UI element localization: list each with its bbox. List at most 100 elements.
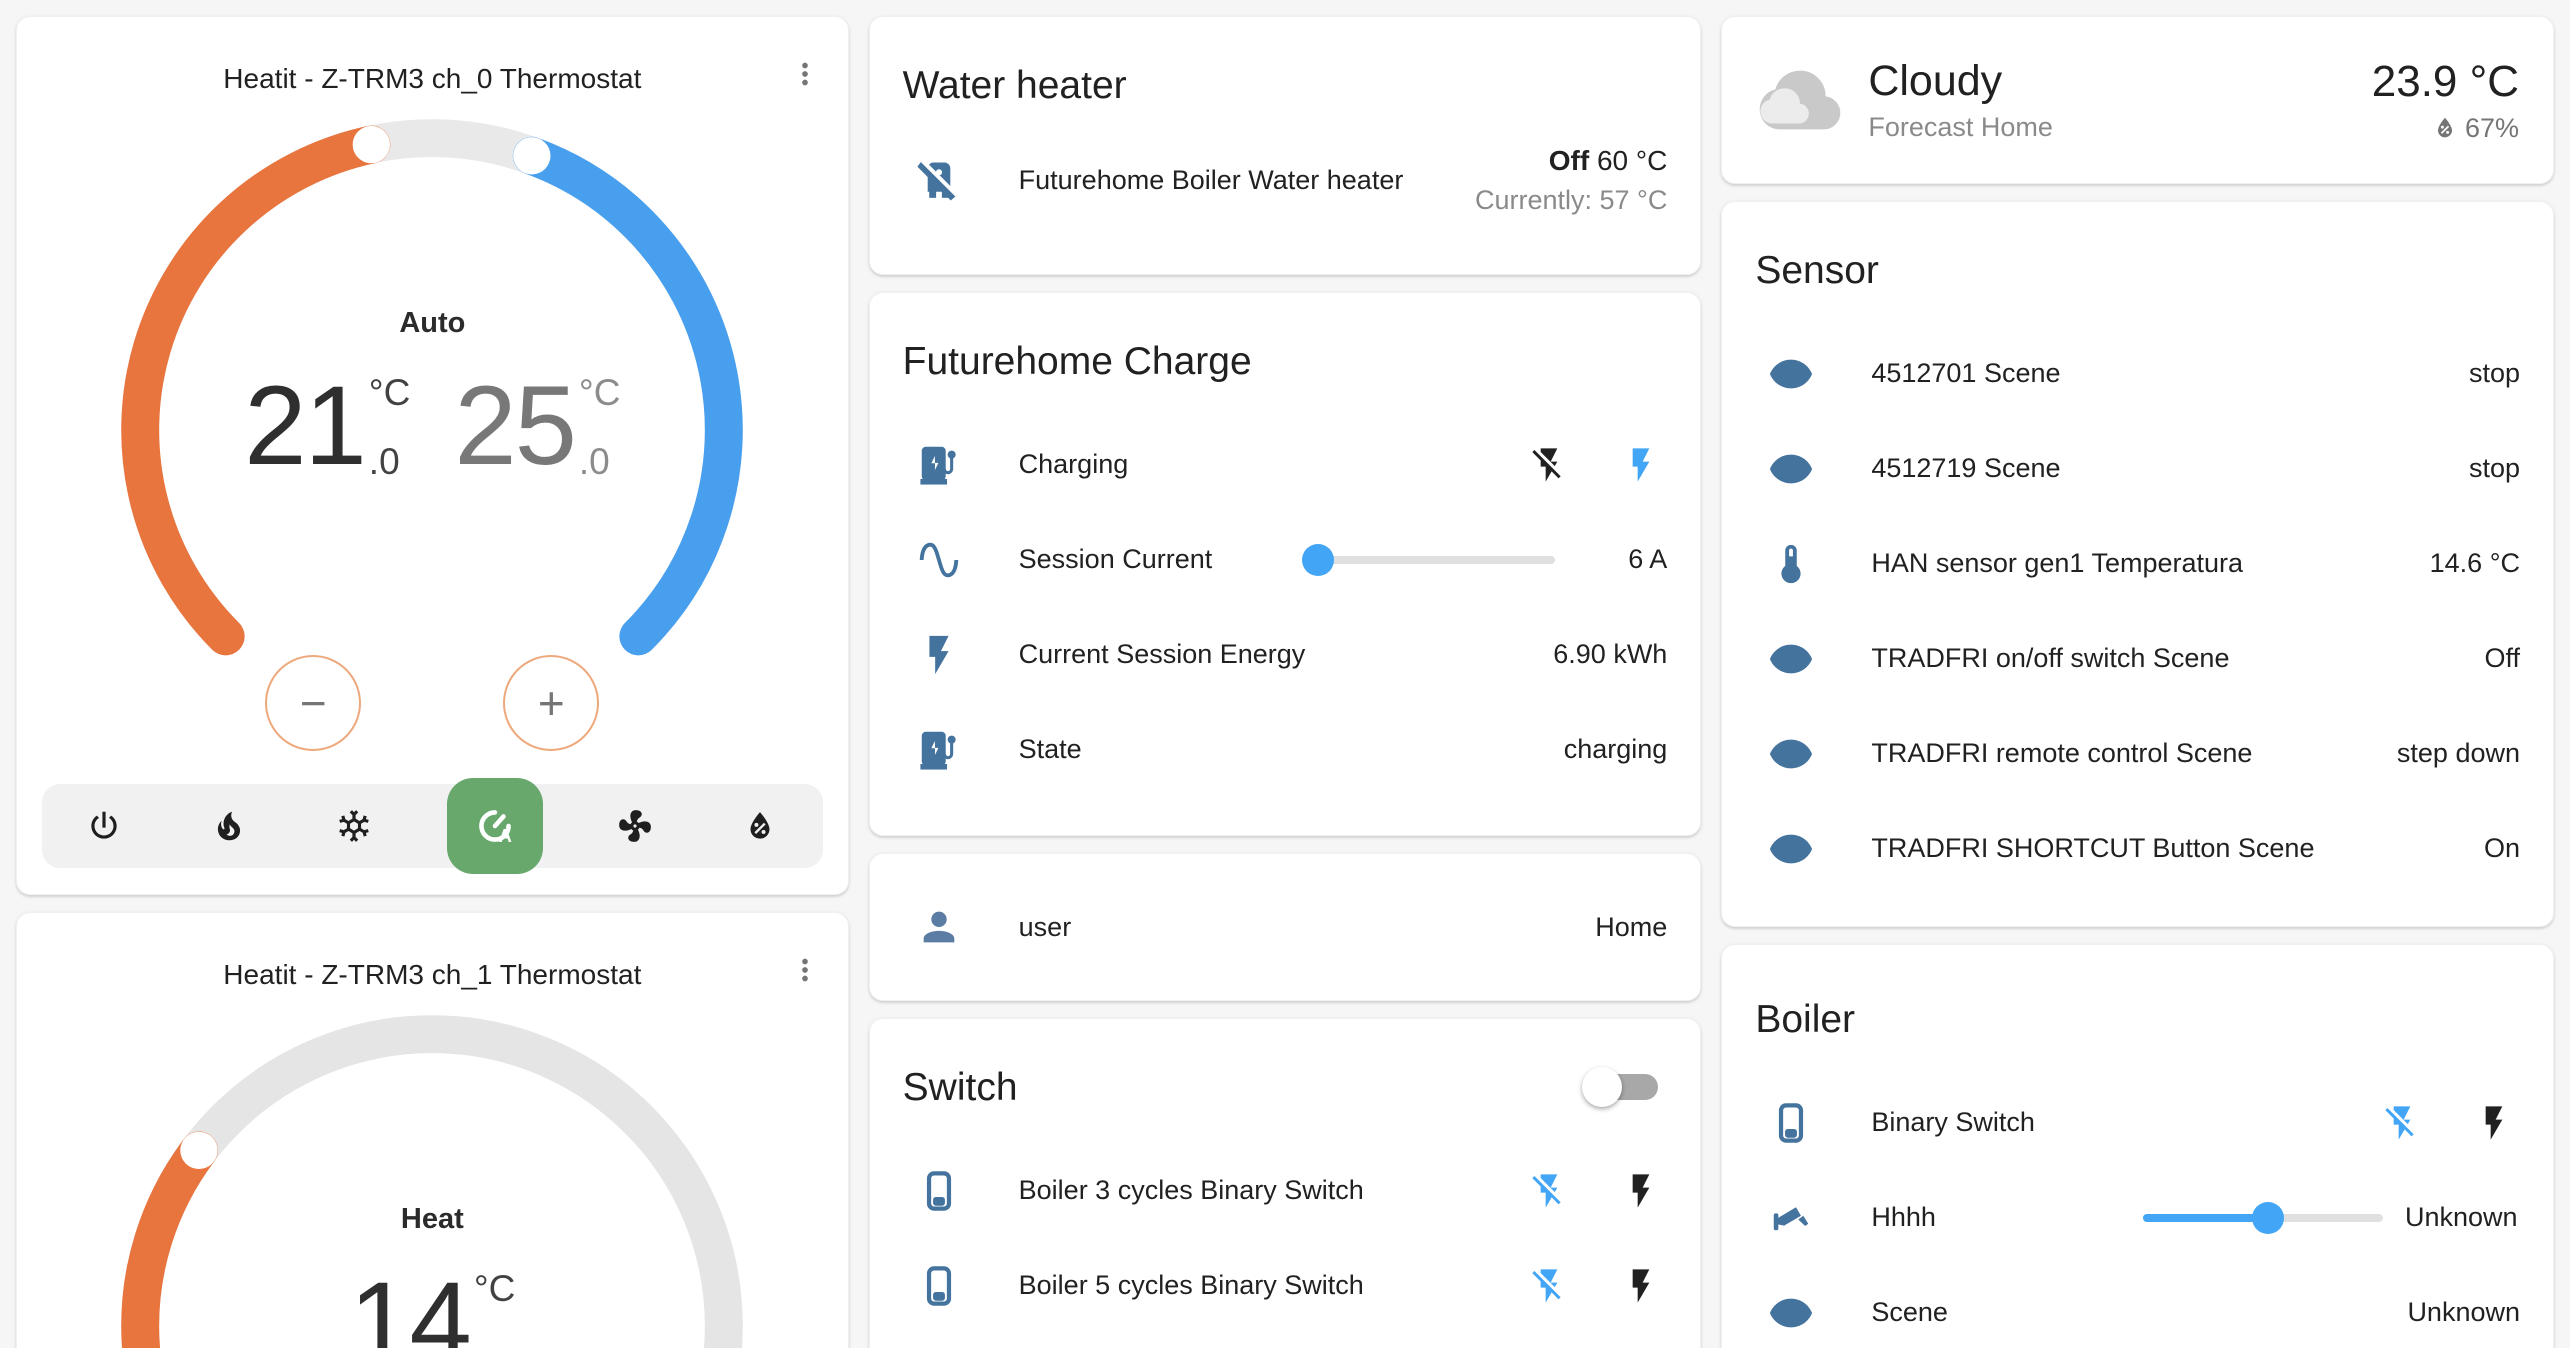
thermostat-ch0-dial[interactable]: Auto 21 °C .0 25 °C — [111, 109, 753, 751]
switch-card-title: Switch — [870, 1019, 1583, 1117]
boiler-5-cycles-row[interactable]: Boiler 5 cycles Binary Switch — [870, 1238, 1701, 1333]
thermostat-ch0-header: Heatit - Z-TRM3 ch_0 Thermostat — [17, 17, 848, 95]
boiler-scene-row[interactable]: Scene Unknown — [1722, 1265, 2553, 1348]
eye-icon — [1768, 826, 1814, 872]
sensor-label: 4512719 Scene — [1871, 453, 2060, 484]
charging-label: Charging — [1019, 449, 1129, 480]
device-icon — [1768, 1100, 1814, 1146]
sensor-label: HAN sensor gen1 Temperatura — [1871, 548, 2243, 579]
sensor-value: Off — [2484, 643, 2520, 674]
binary-switch-row[interactable]: Binary Switch — [1722, 1075, 2553, 1170]
sensor-label: 4512701 Scene — [1871, 358, 2060, 389]
water-heater-row[interactable]: Futurehome Boiler Water heater Off 60 °C… — [870, 115, 1701, 245]
more-options-icon[interactable] — [786, 55, 824, 93]
weather-condition: Cloudy — [1868, 57, 2053, 106]
flash-icon[interactable] — [1621, 1171, 1661, 1211]
flash-icon[interactable] — [1621, 1266, 1661, 1306]
mode-dry-button[interactable] — [728, 794, 792, 858]
thermometer-icon — [1768, 541, 1814, 587]
sensor-row[interactable]: TRADFRI remote control Scene step down — [1722, 706, 2553, 801]
water-heater-card: Water heater Futurehome Boiler Water hea… — [869, 16, 1702, 275]
thermostat-ch1-dial[interactable]: Heat 14 °C — [111, 1005, 753, 1348]
water-heater-state: Off — [1549, 145, 1589, 176]
power-icon — [85, 807, 123, 845]
fan-icon — [616, 807, 654, 845]
sensor-row[interactable]: TRADFRI SHORTCUT Button Scene On — [1722, 801, 2553, 896]
sensor-value: 14.6 °C — [2430, 548, 2520, 579]
column-left: Heatit - Z-TRM3 ch_0 Thermostat Auto — [16, 16, 849, 1348]
column-right: Cloudy Forecast Home 23.9 °C 67% Sensor … — [1721, 16, 2554, 1348]
svg-text:A: A — [498, 825, 511, 846]
sensor-row[interactable]: TRADFRI on/off switch Scene Off — [1722, 611, 2553, 706]
hhhh-value: Unknown — [2405, 1202, 2553, 1233]
more-options-icon[interactable] — [786, 951, 824, 989]
low-setpoint-handle[interactable] — [353, 126, 390, 163]
water-heater-entity-name: Futurehome Boiler Water heater — [1019, 165, 1404, 196]
switch-card: Switch Boiler 3 cycles Binary Switch — [869, 1018, 1702, 1348]
charger-state-label: State — [1019, 734, 1082, 765]
user-card: user Home — [869, 853, 1702, 1001]
sensor-value: stop — [2469, 358, 2520, 389]
sensor-row[interactable]: 4512719 Scene stop — [1722, 421, 2553, 516]
mode-auto-button[interactable]: A — [447, 778, 543, 874]
water-heater-title: Water heater — [870, 17, 1701, 115]
sensor-row[interactable]: 4512701 Scene stop — [1722, 326, 2553, 421]
flash-icon[interactable] — [2474, 1103, 2514, 1143]
mode-off-button[interactable] — [72, 794, 136, 858]
boiler-3-cycles-row[interactable]: Boiler 3 cycles Binary Switch — [870, 1143, 1701, 1238]
hvac-mode-strip: A — [42, 784, 823, 868]
mode-cool-button[interactable] — [322, 794, 386, 858]
high-setpoint-handle[interactable] — [513, 137, 550, 174]
futurehome-charge-card: Futurehome Charge Charging S — [869, 292, 1702, 836]
water-percent-icon — [741, 807, 779, 845]
mode-fan-button[interactable] — [603, 794, 667, 858]
session-energy-row[interactable]: Current Session Energy 6.90 kWh — [870, 607, 1701, 702]
hhhh-row[interactable]: Hhhh Unknown — [1722, 1170, 2553, 1265]
charger-state-row[interactable]: State charging — [870, 702, 1701, 797]
mode-heat-button[interactable] — [197, 794, 261, 858]
fire-icon — [210, 807, 248, 845]
session-current-slider[interactable] — [1305, 542, 1555, 578]
weather-subtitle: Forecast Home — [1868, 112, 2053, 143]
session-current-value: 6 A — [1555, 544, 1667, 575]
water-heater-target: 60 °C — [1597, 145, 1667, 176]
charge-card-title: Futurehome Charge — [870, 293, 1701, 391]
charger-state-value: charging — [1564, 734, 1668, 765]
hhhh-label: Hhhh — [1871, 1202, 1936, 1233]
flash-off-icon[interactable] — [1529, 445, 1569, 485]
weather-humidity: 67% — [2465, 113, 2519, 144]
boiler-scene-value: Unknown — [2407, 1297, 2520, 1328]
hhhh-slider-handle[interactable] — [2252, 1202, 2284, 1234]
hhhh-slider-fill — [2143, 1214, 2268, 1222]
eye-icon — [1768, 1290, 1814, 1336]
sensor-row[interactable]: HAN sensor gen1 Temperatura 14.6 °C — [1722, 516, 2553, 611]
eye-icon — [1768, 731, 1814, 777]
thermostat-auto-icon: A — [473, 804, 517, 848]
flash-icon[interactable] — [1621, 445, 1661, 485]
binary-switch-label: Binary Switch — [1871, 1107, 2035, 1138]
flash-off-icon[interactable] — [2382, 1103, 2422, 1143]
switch-master-toggle[interactable] — [1582, 1067, 1660, 1107]
sensor-label: TRADFRI SHORTCUT Button Scene — [1871, 833, 2314, 864]
thermostat-ch1-card: Heatit - Z-TRM3 ch_1 Thermostat Heat 14 — [16, 912, 849, 1348]
charging-row[interactable]: Charging — [870, 417, 1701, 512]
session-current-slider-handle[interactable] — [1302, 544, 1334, 576]
boiler-scene-label: Scene — [1871, 1297, 1948, 1328]
sensor-label: TRADFRI on/off switch Scene — [1871, 643, 2229, 674]
user-row[interactable]: user Home — [870, 904, 1701, 950]
hhhh-slider[interactable] — [2143, 1200, 2383, 1236]
setpoint-handle[interactable] — [181, 1132, 218, 1169]
decrease-temp-button[interactable]: − — [265, 655, 361, 751]
weather-card[interactable]: Cloudy Forecast Home 23.9 °C 67% — [1721, 16, 2554, 184]
cloudy-weather-icon — [1756, 56, 1844, 144]
user-location: Home — [1595, 912, 1667, 943]
flash-off-icon[interactable] — [1529, 1171, 1569, 1211]
session-current-row[interactable]: Session Current 6 A — [870, 512, 1701, 607]
eye-icon — [1768, 351, 1814, 397]
increase-temp-button[interactable]: + — [503, 655, 599, 751]
thermostat-ch0-title: Heatit - Z-TRM3 ch_0 Thermostat — [17, 63, 848, 95]
flash-off-icon[interactable] — [1529, 1266, 1569, 1306]
sensor-label: TRADFRI remote control Scene — [1871, 738, 2252, 769]
snowflake-icon — [335, 807, 373, 845]
boiler-card: Boiler Binary Switch Hhhh — [1721, 944, 2554, 1348]
